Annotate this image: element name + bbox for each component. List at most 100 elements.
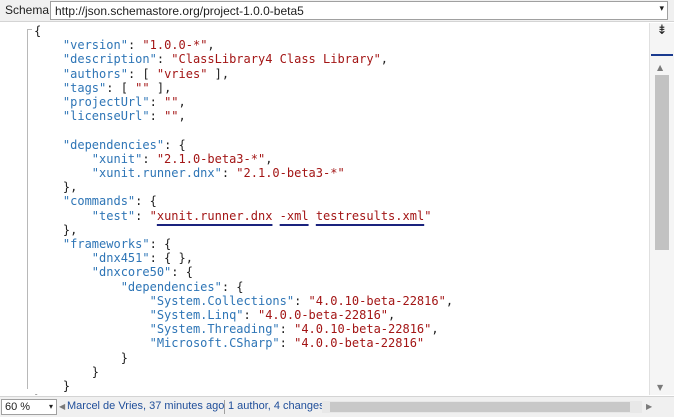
json-string bbox=[272, 209, 279, 223]
code-line: } bbox=[34, 393, 41, 395]
json-key: "test" bbox=[91, 208, 136, 223]
json-punctuation: : { bbox=[135, 194, 157, 209]
json-string: "vries" bbox=[156, 66, 208, 81]
json-punctuation: , bbox=[178, 109, 186, 124]
json-punctuation: }, bbox=[34, 222, 78, 237]
scroll-left-icon[interactable]: ◀ bbox=[59, 402, 65, 411]
json-punctuation bbox=[34, 109, 63, 123]
json-punctuation: : bbox=[135, 208, 150, 223]
json-punctuation bbox=[34, 166, 92, 180]
scroll-up-icon[interactable]: ▲ bbox=[657, 63, 663, 72]
code-line: "System.Linq": "4.0.0-beta-22816", bbox=[34, 308, 396, 323]
json-punctuation: } bbox=[34, 364, 100, 379]
json-punctuation bbox=[34, 336, 150, 350]
json-punctuation: , bbox=[265, 151, 273, 166]
json-string: "4.0.0-beta-22816" bbox=[294, 336, 425, 351]
json-string: " bbox=[149, 208, 157, 223]
json-string: "4.0.0-beta-22816" bbox=[257, 308, 389, 322]
code-line: "dependencies": { bbox=[34, 138, 186, 153]
json-punctuation: } bbox=[34, 379, 71, 393]
code-line: } bbox=[34, 351, 128, 366]
code-editor[interactable]: { "version": "1.0.0-*", "description": "… bbox=[34, 23, 648, 395]
zoom-dropdown[interactable]: 60 % ▾ bbox=[1, 399, 57, 415]
json-punctuation: : bbox=[149, 109, 165, 124]
json-punctuation: { bbox=[34, 24, 42, 38]
json-string: "ClassLibrary4 Class Library" bbox=[171, 52, 381, 67]
json-string: "4.0.10-beta-22816" bbox=[308, 293, 446, 308]
json-key: "dependencies" bbox=[120, 279, 222, 294]
json-punctuation bbox=[34, 152, 92, 166]
code-line: }, bbox=[34, 223, 77, 238]
code-line: "licenseUrl": "", bbox=[34, 109, 186, 124]
json-punctuation bbox=[34, 52, 63, 66]
json-punctuation: , bbox=[380, 52, 389, 67]
schema-label: Schema: bbox=[5, 3, 53, 17]
json-key: "Microsoft.CSharp" bbox=[149, 336, 280, 351]
json-punctuation: : { bbox=[164, 137, 186, 152]
json-key: "dnxcore50" bbox=[91, 265, 172, 280]
outline-guide bbox=[27, 29, 28, 389]
json-punctuation bbox=[34, 237, 63, 251]
json-string: "" bbox=[164, 109, 179, 124]
json-key: "version" bbox=[62, 38, 128, 53]
json-string: " bbox=[424, 208, 432, 223]
schema-dropdown[interactable]: http://json.schemastore.org/project-1.0.… bbox=[50, 1, 668, 20]
split-marker bbox=[651, 54, 673, 56]
json-punctuation: , bbox=[445, 293, 454, 308]
json-punctuation: , bbox=[431, 322, 439, 337]
code-line: "System.Threading": "4.0.10-beta-22816", bbox=[34, 322, 439, 337]
json-punctuation bbox=[34, 209, 92, 223]
json-punctuation bbox=[34, 322, 150, 336]
json-string: xunit.runner.dnx bbox=[156, 208, 273, 223]
scroll-down-icon[interactable]: ▼ bbox=[657, 383, 663, 392]
code-line: } bbox=[34, 365, 99, 380]
json-string bbox=[309, 209, 316, 223]
json-punctuation: } bbox=[34, 350, 128, 365]
json-string: "" bbox=[164, 95, 179, 109]
code-line: "tags": [ "" ], bbox=[34, 81, 171, 96]
json-punctuation: , bbox=[388, 308, 396, 322]
code-line: "dnxcore50": { bbox=[34, 265, 193, 280]
json-punctuation: : { bbox=[171, 265, 193, 280]
json-key: "tags" bbox=[62, 80, 107, 95]
split-window-icon[interactable]: ⇟ bbox=[655, 23, 669, 39]
code-line: "xunit.runner.dnx": "2.1.0-beta3-*" bbox=[34, 166, 345, 181]
author-info-link[interactable]: Marcel de Vries, 37 minutes ago bbox=[67, 400, 224, 412]
json-string: -xml bbox=[279, 208, 309, 223]
json-key: "xunit" bbox=[91, 151, 143, 166]
json-punctuation bbox=[34, 280, 121, 294]
json-punctuation: : bbox=[149, 95, 165, 109]
json-key: "System.Linq" bbox=[149, 308, 244, 322]
code-line: "frameworks": { bbox=[34, 237, 171, 252]
json-punctuation bbox=[34, 38, 63, 52]
json-punctuation bbox=[34, 138, 63, 152]
json-punctuation: : { }, bbox=[149, 251, 193, 266]
json-punctuation: : bbox=[156, 52, 172, 67]
json-key: "frameworks" bbox=[62, 237, 150, 251]
json-string: testresults.xml bbox=[315, 208, 425, 223]
json-key: "System.Threading" bbox=[149, 322, 280, 337]
chevron-down-icon[interactable]: ▾ bbox=[659, 4, 664, 14]
changes-info-link[interactable]: 1 author, 4 changes bbox=[228, 400, 325, 412]
json-punctuation: : { bbox=[149, 237, 172, 251]
json-key: "commands" bbox=[62, 194, 136, 209]
scroll-right-icon[interactable]: ▶ bbox=[646, 402, 652, 411]
json-punctuation bbox=[34, 67, 63, 81]
json-punctuation: : bbox=[142, 151, 157, 166]
vertical-scrollbar[interactable]: ⇟ ▲ ▼ bbox=[649, 23, 674, 395]
json-key: "dependencies" bbox=[62, 137, 165, 152]
scrollbar-thumb[interactable] bbox=[655, 75, 669, 250]
code-line: "projectUrl": "", bbox=[34, 95, 186, 110]
horizontal-scrollbar-thumb[interactable] bbox=[330, 402, 630, 412]
json-punctuation: : bbox=[279, 322, 295, 337]
code-line: "description": "ClassLibrary4 Class Libr… bbox=[34, 52, 388, 67]
chevron-down-icon[interactable]: ▾ bbox=[49, 402, 53, 411]
code-line: "dependencies": { bbox=[34, 280, 244, 295]
json-punctuation: : [ bbox=[127, 66, 157, 81]
json-punctuation: }, bbox=[34, 180, 78, 195]
schema-url: http://json.schemastore.org/project-1.0.… bbox=[55, 4, 304, 18]
json-key: "description" bbox=[62, 52, 157, 67]
json-punctuation bbox=[34, 308, 150, 322]
code-line: "version": "1.0.0-*", bbox=[34, 38, 215, 53]
json-string: "2.1.0-beta3-*" bbox=[236, 166, 345, 180]
